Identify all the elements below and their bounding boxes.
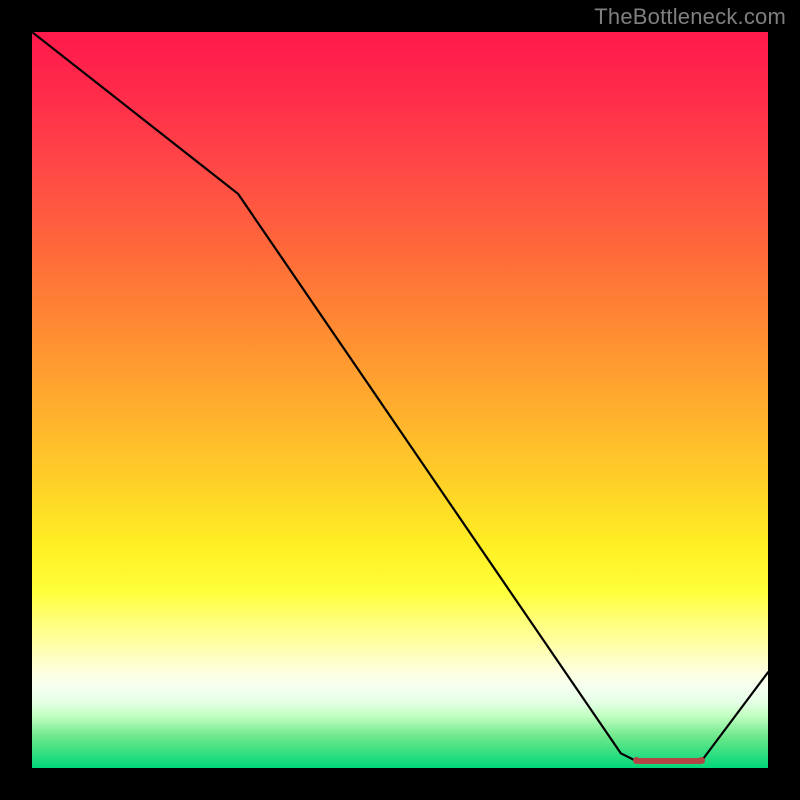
plot-area	[32, 32, 768, 768]
bottleneck-curve	[32, 32, 768, 761]
optimal-range-marker	[636, 758, 702, 764]
line-chart-svg	[32, 32, 768, 768]
watermark-text: TheBottleneck.com	[594, 4, 786, 30]
chart-frame: TheBottleneck.com	[0, 0, 800, 800]
